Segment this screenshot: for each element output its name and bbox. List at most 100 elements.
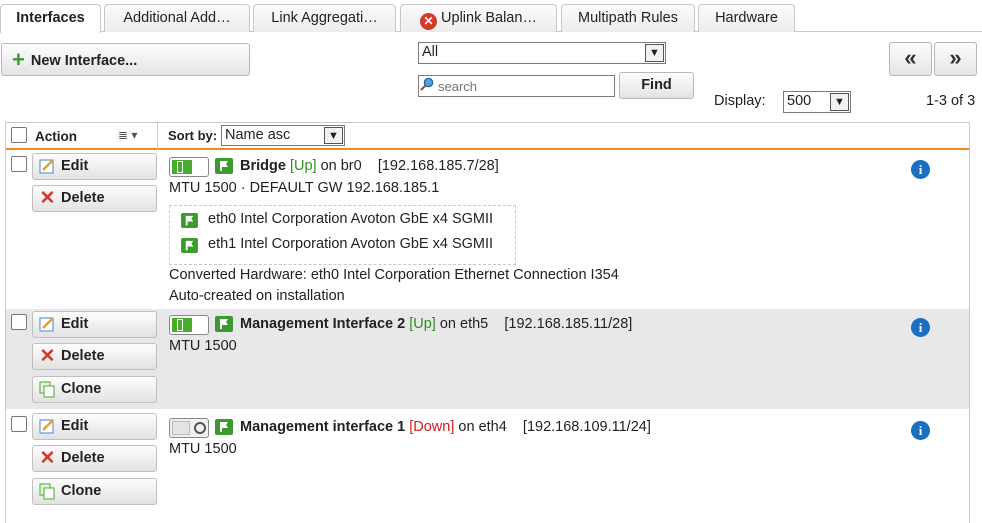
info-icon[interactable]: i <box>911 421 930 440</box>
toggle-knob <box>194 422 206 434</box>
sort-value: Name asc <box>225 127 291 143</box>
previous-page-button[interactable]: « <box>889 42 932 76</box>
table-row: Edit ✕ Delete Clone Management Interface… <box>6 309 969 409</box>
tab-bar: Interfaces Additional Add… Link Aggregat… <box>0 4 982 33</box>
interface-note: Auto-created on installation <box>169 288 345 304</box>
new-interface-label: New Interface... <box>30 53 138 69</box>
interface-detail: MTU 1500 <box>169 338 237 354</box>
interface-name: Bridge <box>240 158 286 174</box>
action-column-header: Action <box>35 129 77 144</box>
new-interface-button[interactable]: + New Interface... <box>1 43 250 76</box>
tab-additional-addresses[interactable]: Additional Add… <box>104 4 250 32</box>
tab-interfaces[interactable]: Interfaces <box>0 4 101 33</box>
interface-flag-icon <box>181 213 198 228</box>
tab-label: Hardware <box>715 10 778 26</box>
result-count: 1-3 of 3 <box>926 93 976 109</box>
status-badge: [Down] <box>409 419 455 435</box>
interface-address: [192.168.185.11/28] <box>504 316 633 332</box>
member-list: eth0 Intel Corporation Avoton GbE x4 SGM… <box>169 205 516 265</box>
filter-value: All <box>422 44 439 60</box>
edit-label: Edit <box>61 418 89 434</box>
tab-hardware[interactable]: Hardware <box>698 4 795 32</box>
find-button[interactable]: Find <box>619 72 694 99</box>
clone-label: Clone <box>61 483 102 499</box>
search-input[interactable] <box>418 75 615 97</box>
enable-toggle[interactable] <box>169 418 209 438</box>
chevron-down-icon: ▼ <box>830 93 849 111</box>
double-chevron-left-icon: « <box>904 45 917 70</box>
toggle-knob <box>177 161 183 173</box>
interface-note: Converted Hardware: eth0 Intel Corporati… <box>169 267 619 283</box>
info-icon[interactable]: i <box>911 318 930 337</box>
double-chevron-right-icon: » <box>949 45 962 70</box>
interface-title: Management Interface 2 [Up] on eth5 [192… <box>240 316 632 332</box>
find-label: Find <box>641 77 672 93</box>
status-badge: [Up] <box>409 316 436 332</box>
search-icon <box>420 77 434 91</box>
interface-device: on eth4 <box>458 419 507 435</box>
sort-select[interactable]: Name asc ▼ <box>221 125 345 146</box>
interfaces-grid: Action ≣ ▾ Sort by: Name asc ▼ Edit ✕ Del… <box>5 122 970 523</box>
interface-address: [192.168.185.7/28] <box>377 158 499 174</box>
tab-label: Additional Add… <box>123 10 231 26</box>
tab-label: Interfaces <box>16 10 85 26</box>
interface-flag-icon <box>181 238 198 253</box>
member-item: eth1 Intel Corporation Avoton GbE x4 SGM… <box>208 236 494 252</box>
chevron-down-icon: ▼ <box>324 127 343 144</box>
column-menu-icon[interactable]: ≣ ▾ <box>118 128 137 142</box>
display-select[interactable]: 500 ▼ <box>783 91 851 113</box>
next-page-button[interactable]: » <box>934 42 977 76</box>
select-all-checkbox[interactable] <box>11 127 27 143</box>
interface-address: [192.168.109.11/24] <box>522 419 651 435</box>
edit-button[interactable]: Edit <box>32 413 157 440</box>
display-label: Display: <box>714 93 766 109</box>
delete-label: Delete <box>61 450 105 466</box>
tab-multipath-rules[interactable]: Multipath Rules <box>561 4 695 32</box>
delete-icon: ✕ <box>39 188 56 209</box>
table-row: Edit ✕ Delete Bridge [Up] on br0 [192.16… <box>6 152 969 308</box>
toggle-bar <box>172 421 190 435</box>
column-divider <box>157 123 158 150</box>
interface-detail: MTU 1500 <box>169 441 237 457</box>
edit-label: Edit <box>61 158 89 174</box>
sort-by-label: Sort by: <box>168 128 218 143</box>
interface-device: on br0 <box>320 158 362 174</box>
clone-button[interactable]: Clone <box>32 478 157 505</box>
table-row: Edit ✕ Delete Clone Management interface… <box>6 411 969 511</box>
tab-label: Uplink Balan… <box>441 10 537 26</box>
enable-toggle[interactable] <box>169 157 209 177</box>
tab-uplink-balancing[interactable]: ✕ Uplink Balan… <box>400 4 557 32</box>
delete-button[interactable]: ✕ Delete <box>32 343 157 370</box>
delete-button[interactable]: ✕ Delete <box>32 445 157 472</box>
edit-label: Edit <box>61 316 89 332</box>
tab-link-aggregation[interactable]: Link Aggregati… <box>253 4 396 32</box>
member-item: eth0 Intel Corporation Avoton GbE x4 SGM… <box>208 211 494 227</box>
grid-header: Action ≣ ▾ Sort by: Name asc ▼ <box>6 123 969 150</box>
delete-icon: ✕ <box>39 448 56 469</box>
interface-name: Management interface 1 <box>240 419 406 435</box>
delete-button[interactable]: ✕ Delete <box>32 185 157 212</box>
row-checkbox[interactable] <box>11 416 27 432</box>
edit-button[interactable]: Edit <box>32 311 157 338</box>
tab-label: Link Aggregati… <box>271 10 378 26</box>
tab-label: Multipath Rules <box>578 10 678 26</box>
edit-button[interactable]: Edit <box>32 153 157 180</box>
enable-toggle[interactable] <box>169 315 209 335</box>
interface-flag-icon <box>215 419 233 435</box>
status-badge: [Up] <box>289 158 317 174</box>
row-checkbox[interactable] <box>11 314 27 330</box>
clone-icon <box>39 483 55 500</box>
delete-label: Delete <box>61 190 105 206</box>
row-checkbox[interactable] <box>11 156 27 172</box>
clone-button[interactable]: Clone <box>32 376 157 403</box>
clone-label: Clone <box>61 381 102 397</box>
delete-icon: ✕ <box>39 346 56 367</box>
warning-icon: ✕ <box>420 13 438 30</box>
info-icon[interactable]: i <box>911 160 930 179</box>
edit-icon <box>39 159 54 174</box>
display-value: 500 <box>787 93 812 109</box>
plus-icon: + <box>12 47 25 72</box>
delete-label: Delete <box>61 348 105 364</box>
edit-icon <box>39 419 54 434</box>
filter-select[interactable]: All ▼ <box>418 42 666 64</box>
